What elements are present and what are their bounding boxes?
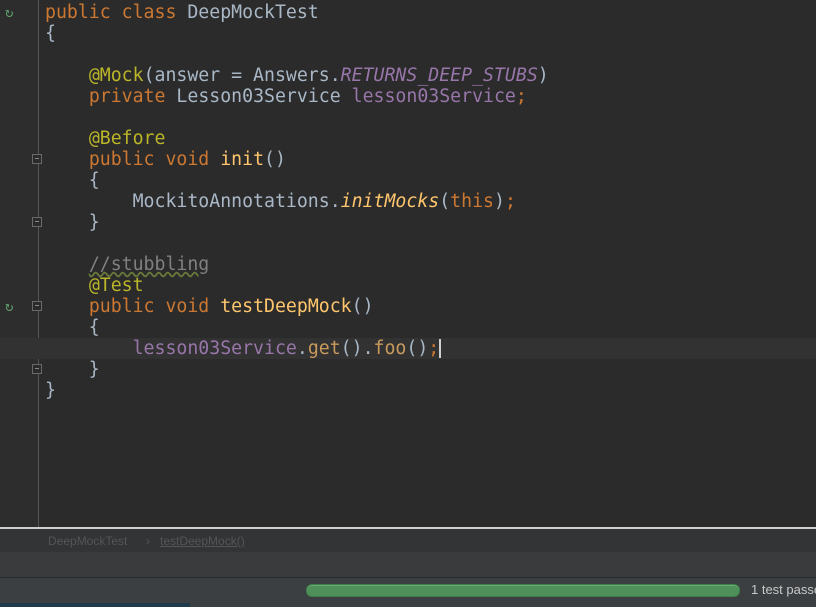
code-token-kw: private bbox=[88, 86, 177, 107]
code-token-kw: ; bbox=[504, 191, 516, 212]
code-token-ann: @Before bbox=[88, 128, 166, 149]
code-line[interactable]: { bbox=[45, 23, 549, 44]
test-status-text: 1 test passed bbox=[751, 582, 816, 597]
code-line[interactable]: @Mock(answer = Answers.RETURNS_DEEP_STUB… bbox=[45, 65, 549, 86]
code-token-static: RETURNS_DEEP_STUBS bbox=[340, 65, 538, 86]
run-test-icon[interactable]: ↻ bbox=[5, 5, 21, 21]
code-token-kw: this bbox=[450, 191, 494, 212]
breadcrumb: DeepMockTest › testDeepMock() bbox=[0, 529, 816, 552]
code-token-ann: @Test bbox=[88, 275, 144, 296]
code-token-call: get bbox=[307, 338, 341, 359]
code-token-call: foo bbox=[373, 338, 407, 359]
fold-icon[interactable] bbox=[32, 217, 42, 227]
code-token-plain: () bbox=[264, 149, 286, 170]
code-line[interactable]: public void testDeepMock() bbox=[45, 296, 549, 317]
code-token-plain: } bbox=[45, 380, 56, 401]
breadcrumb-class[interactable]: DeepMockTest bbox=[48, 534, 127, 548]
code-line[interactable] bbox=[45, 107, 549, 128]
code-token-plain: Lesson03Service bbox=[176, 86, 352, 107]
fold-icon[interactable] bbox=[32, 301, 42, 311]
code-line[interactable] bbox=[45, 233, 549, 254]
code-token-fn: init bbox=[220, 149, 265, 170]
code-token-plain: (answer = Answers. bbox=[143, 65, 341, 86]
code-token-field: lesson03Service bbox=[132, 338, 297, 359]
code-line[interactable]: { bbox=[45, 170, 549, 191]
breadcrumb-separator: › bbox=[146, 534, 150, 548]
code-line[interactable]: } bbox=[45, 359, 549, 380]
code-token-kw: public void bbox=[88, 296, 221, 317]
code-token-com: //stubbling bbox=[88, 254, 210, 275]
code-line[interactable]: { bbox=[45, 317, 549, 338]
code-token-plain: ( bbox=[439, 191, 451, 212]
code-area[interactable]: public class DeepMockTest{ @Mock(answer … bbox=[0, 2, 816, 401]
run-test-icon[interactable]: ↻ bbox=[5, 299, 21, 315]
code-line[interactable]: @Test bbox=[45, 275, 549, 296]
code-token-kw: public void bbox=[88, 149, 221, 170]
code-token-plain: () bbox=[406, 338, 429, 359]
code-token-plain: MockitoAnnotations. bbox=[45, 191, 341, 212]
code-token-plain: } bbox=[45, 212, 100, 233]
code-token-smeth: initMocks bbox=[340, 191, 440, 212]
code-line[interactable]: private Lesson03Service lesson03Service; bbox=[45, 86, 549, 107]
code-line[interactable]: public void init() bbox=[45, 149, 549, 170]
code-line[interactable] bbox=[45, 44, 549, 65]
code-token-plain: . bbox=[296, 338, 308, 359]
code-line[interactable]: } bbox=[45, 380, 549, 401]
code-token-plain: () bbox=[351, 296, 374, 317]
code-line[interactable]: MockitoAnnotations.initMocks(this); bbox=[45, 191, 549, 212]
code-token-ann: @Mock bbox=[88, 65, 144, 86]
code-token-plain: (). bbox=[340, 338, 374, 359]
code-line[interactable]: @Before bbox=[45, 128, 549, 149]
code-line[interactable]: } bbox=[45, 212, 549, 233]
code-line[interactable]: //stubbling bbox=[45, 254, 549, 275]
tool-window-bar bbox=[0, 552, 816, 578]
code-token-kw: public class bbox=[45, 2, 188, 23]
code-token-plain: { bbox=[45, 170, 100, 191]
fold-icon[interactable] bbox=[32, 154, 42, 164]
text-caret bbox=[439, 339, 442, 358]
code-token-plain: { bbox=[45, 23, 56, 44]
code-token-plain: } bbox=[45, 359, 100, 380]
breadcrumb-method[interactable]: testDeepMock() bbox=[160, 534, 245, 548]
test-progress-bar bbox=[306, 584, 740, 597]
editor-gutter bbox=[0, 0, 39, 527]
code-token-plain: ) bbox=[537, 65, 549, 86]
code-token-plain: ) bbox=[493, 191, 505, 212]
code-token-plain: { bbox=[45, 317, 100, 338]
code-token-plain: DeepMockTest bbox=[187, 2, 319, 23]
code-token-fn: testDeepMock bbox=[220, 296, 352, 317]
taskbar-strip bbox=[0, 603, 190, 607]
code-line[interactable]: lesson03Service.get().foo(); bbox=[0, 338, 816, 359]
code-token-field: lesson03Service bbox=[351, 86, 516, 107]
code-token-kw: ; bbox=[428, 338, 440, 359]
code-editor[interactable]: public class DeepMockTest{ @Mock(answer … bbox=[0, 0, 816, 527]
fold-icon[interactable] bbox=[32, 364, 42, 374]
code-line[interactable]: public class DeepMockTest bbox=[45, 2, 549, 23]
code-token-kw: ; bbox=[515, 86, 527, 107]
